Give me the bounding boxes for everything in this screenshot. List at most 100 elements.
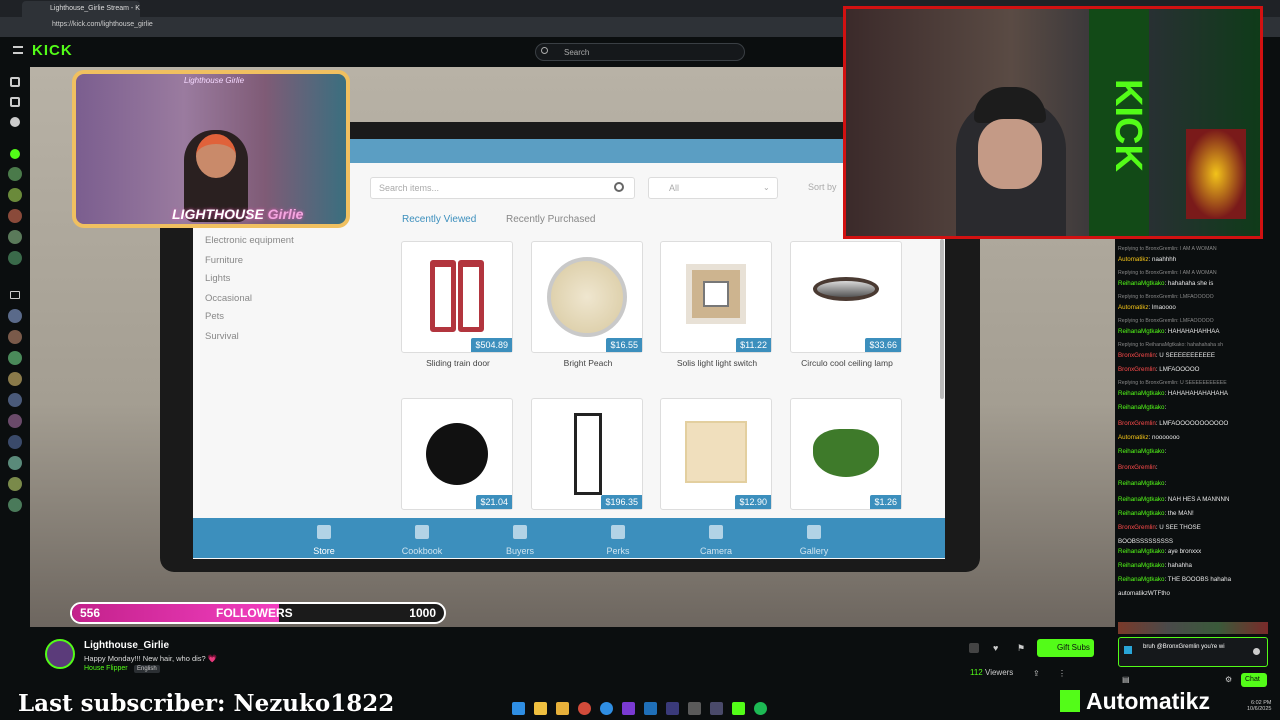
chrome-icon[interactable]	[578, 702, 591, 715]
emoji-icon[interactable]	[1253, 648, 1260, 655]
chat-username[interactable]: ReihanaMgtkako	[1118, 448, 1164, 455]
filter-select[interactable]: All	[648, 177, 778, 199]
item-card[interactable]: $12.90	[660, 398, 772, 510]
store-search-input[interactable]: Search items...	[370, 177, 635, 199]
chat-username[interactable]: BronxGremlin	[1118, 420, 1156, 427]
channel-avatar[interactable]	[8, 167, 22, 181]
menu-icon[interactable]	[13, 46, 23, 54]
item-card[interactable]: $11.22 Solis light light switch	[660, 241, 772, 368]
footer-store[interactable]: Store	[289, 518, 359, 558]
chat-username[interactable]: ReihanaMgtkako	[1118, 480, 1164, 487]
footer-gallery[interactable]: Gallery	[779, 518, 849, 558]
live-icon[interactable]	[10, 291, 20, 299]
channel-avatar[interactable]	[45, 639, 75, 669]
category-pets[interactable]: Pets	[205, 311, 224, 322]
calendar-icon[interactable]: ▤	[1122, 675, 1130, 684]
channel-avatar[interactable]	[8, 456, 22, 470]
chat-username[interactable]: BronxGremlin	[1118, 366, 1156, 373]
channel-avatar[interactable]	[8, 330, 22, 344]
category-furniture[interactable]: Furniture	[205, 255, 243, 266]
channel-avatar[interactable]	[8, 309, 22, 323]
chat-username[interactable]: ReihanaMgtkako	[1118, 510, 1164, 517]
channel-avatar[interactable]	[8, 414, 22, 428]
chat-username[interactable]: ReihanaMgtkako	[1118, 280, 1164, 287]
stream-category[interactable]: House Flipper	[84, 665, 128, 672]
chat-username[interactable]: ReihanaMgtkako	[1118, 328, 1164, 335]
chat-username[interactable]: BronxGremlin	[1118, 524, 1156, 531]
gear-icon[interactable]: ⚙	[1225, 675, 1232, 684]
browser-tab[interactable]: Lighthouse_Girlie Stream - Ki	[22, 1, 140, 17]
category-survival[interactable]: Survival	[205, 331, 239, 342]
app-icon[interactable]	[666, 702, 679, 715]
channel-avatar[interactable]	[8, 393, 22, 407]
chat-username[interactable]: ReihanaMgtkako	[1118, 562, 1164, 569]
chat-username[interactable]: Automatikz	[1118, 256, 1149, 263]
channel-avatar[interactable]	[8, 372, 22, 386]
folder-icon[interactable]	[534, 702, 547, 715]
app-icon[interactable]	[556, 702, 569, 715]
footer-camera[interactable]: Camera	[681, 518, 751, 558]
app-icon[interactable]	[688, 702, 701, 715]
category-lights[interactable]: Lights	[205, 273, 230, 284]
item-card[interactable]: $504.89 Sliding train door	[401, 241, 513, 368]
tab-recently-purchased[interactable]: Recently Purchased	[506, 214, 596, 225]
item-card[interactable]: $1.26	[790, 398, 902, 510]
channel-avatar[interactable]	[8, 188, 22, 202]
category-occasional[interactable]: Occasional	[205, 293, 252, 304]
chat-input[interactable]	[1118, 637, 1268, 667]
kick-app-icon[interactable]	[732, 702, 745, 715]
chat-text: : U SEEEEEEEEEEE	[1155, 352, 1215, 359]
app-icon[interactable]	[710, 702, 723, 715]
item-card[interactable]: $196.35	[531, 398, 643, 510]
channel-avatar[interactable]	[8, 251, 22, 265]
chat-username[interactable]: ReihanaMgtkako	[1118, 576, 1164, 583]
windows-icon[interactable]	[512, 702, 525, 715]
heart-icon[interactable]	[10, 149, 20, 159]
gift-subs-button[interactable]: Gift Subs	[1037, 639, 1094, 657]
chat-username[interactable]: ReihanaMgtkako	[1118, 404, 1164, 411]
channel-avatar[interactable]	[8, 351, 22, 365]
item-name: Circulo cool ceiling lamp	[801, 358, 893, 368]
bookmark-icon[interactable]: ⚑	[1017, 643, 1025, 654]
item-card[interactable]: $33.66 Circulo cool ceiling lamp	[790, 241, 902, 368]
search-input[interactable]: Search	[535, 43, 745, 61]
mute-icon[interactable]	[969, 643, 979, 653]
category-electronic[interactable]: Electronic equipment	[205, 235, 294, 246]
channel-avatar[interactable]	[8, 477, 22, 491]
tab-recently-viewed[interactable]: Recently Viewed	[402, 214, 476, 225]
chat-username[interactable]: ReihanaMgtkako	[1118, 390, 1164, 397]
chat-username[interactable]: BronxGremlin	[1118, 464, 1156, 471]
kick-logo[interactable]: KICK	[32, 42, 73, 59]
store-scrollbar[interactable]	[940, 239, 944, 399]
channel-avatar[interactable]	[8, 209, 22, 223]
language-tag[interactable]: English	[134, 665, 160, 673]
chat-username[interactable]: BronxGremlin	[1118, 352, 1156, 359]
footer-buyers[interactable]: Buyers	[485, 518, 555, 558]
spotify-icon[interactable]	[754, 702, 767, 715]
channel-avatar[interactable]	[8, 498, 22, 512]
footer-perks[interactable]: Perks	[583, 518, 653, 558]
edge-icon[interactable]	[600, 702, 613, 715]
footer-cookbook[interactable]: Cookbook	[387, 518, 457, 558]
chat-username[interactable]: Automatikz	[1118, 434, 1149, 441]
browse-icon[interactable]	[10, 97, 20, 107]
channel-avatar[interactable]	[8, 230, 22, 244]
emote-bar[interactable]	[1118, 622, 1268, 634]
following-icon[interactable]	[10, 117, 20, 127]
emote-icon[interactable]	[1124, 646, 1132, 654]
chat-username[interactable]: ReihanaMgtkako	[1118, 496, 1164, 503]
url-text[interactable]: https://kick.com/lighthouse_girlie	[52, 21, 153, 28]
channel-avatar[interactable]	[8, 435, 22, 449]
heart-icon[interactable]: ♥	[993, 643, 998, 653]
share-icon[interactable]: ⇪	[1033, 669, 1040, 678]
chat-username[interactable]: ReihanaMgtkako	[1118, 548, 1164, 555]
item-card[interactable]: $21.04	[401, 398, 513, 510]
chat-send-button[interactable]: Chat	[1241, 673, 1267, 687]
app-icon[interactable]	[622, 702, 635, 715]
app-icon[interactable]	[644, 702, 657, 715]
chat-username[interactable]: Automatikz	[1118, 304, 1149, 311]
more-icon[interactable]: ⋮	[1058, 669, 1066, 678]
channel-name[interactable]: Lighthouse_Girlie	[84, 640, 169, 651]
home-icon[interactable]	[10, 77, 20, 87]
item-card[interactable]: $16.55 Bright Peach	[531, 241, 643, 368]
